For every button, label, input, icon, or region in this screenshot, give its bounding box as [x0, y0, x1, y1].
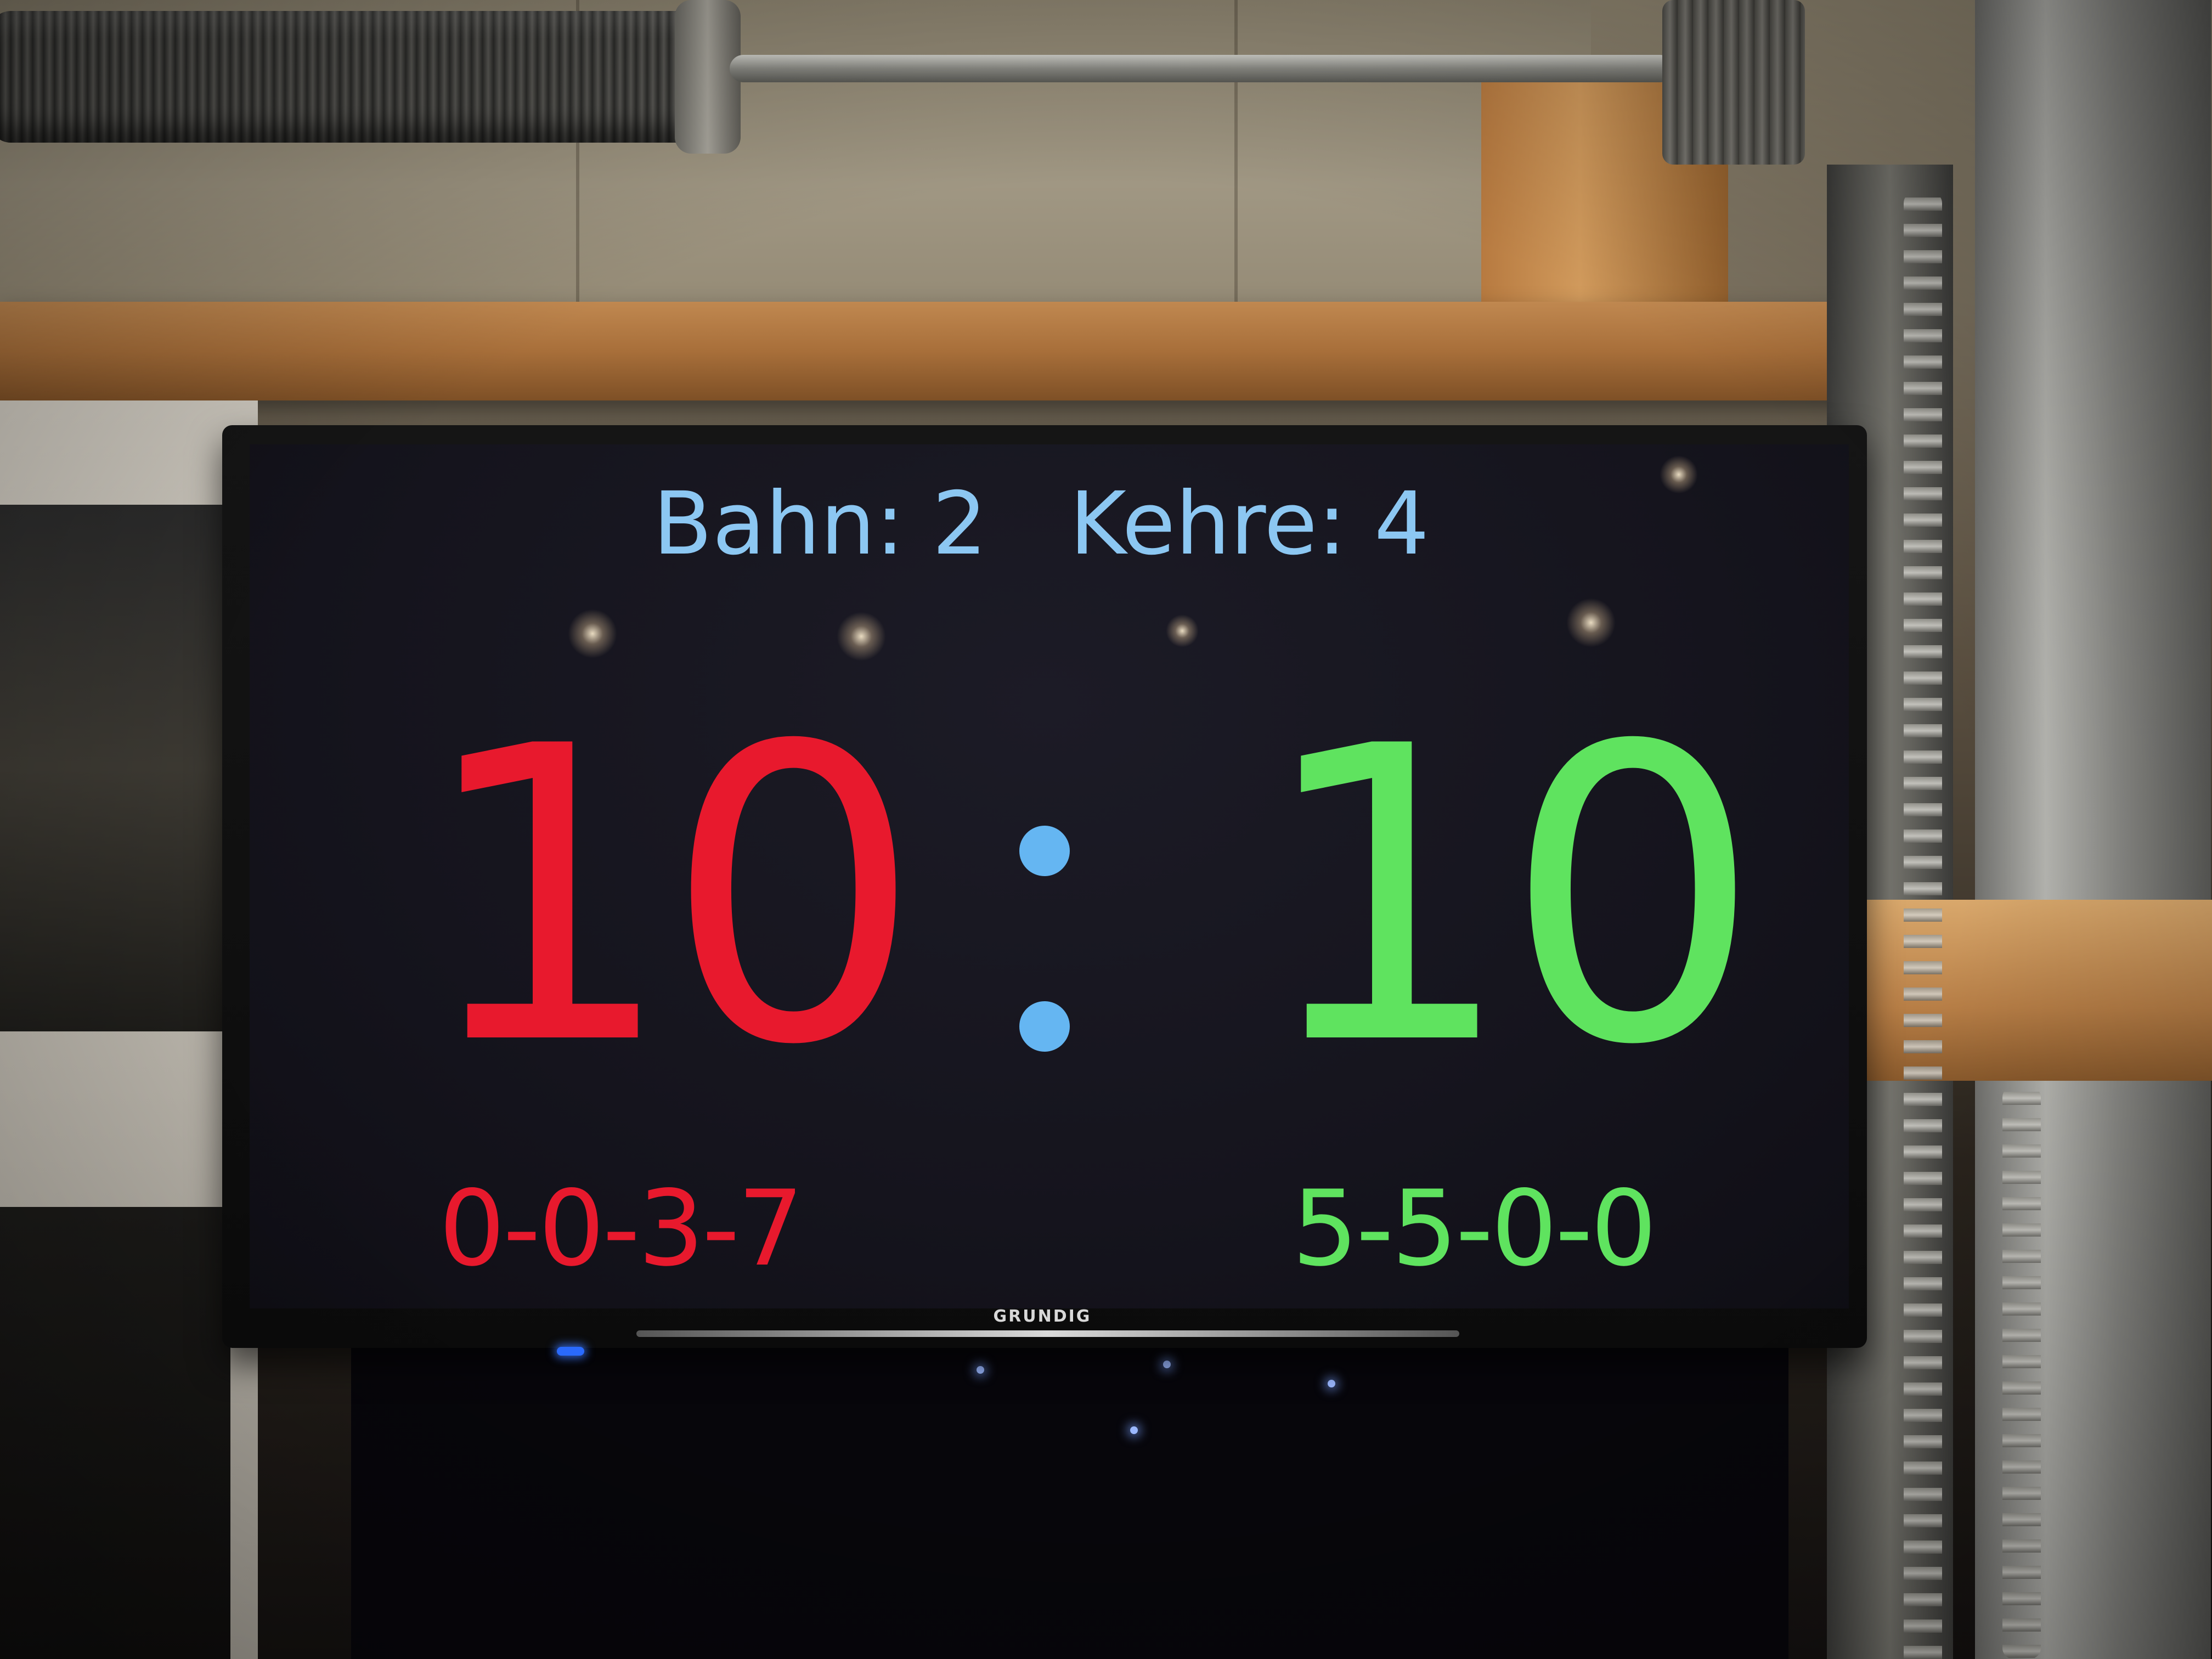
ceiling-seam	[1234, 0, 1238, 307]
lane-light	[1328, 1380, 1335, 1387]
game-info-line: Bahn: 2 Kehre: 4	[653, 472, 1476, 576]
hanging-chain	[1904, 192, 1942, 1659]
home-frame-results: 0-0-3-7	[439, 1168, 804, 1289]
torsion-rod	[730, 55, 1673, 82]
wood-beam	[0, 302, 1865, 400]
garage-scene: Bahn: 2 Kehre: 4 10 10 0-0-3-7 5-5-0-0 GR…	[0, 0, 2212, 1659]
hanging-chain	[2002, 1086, 2041, 1659]
tv-power-led	[557, 1347, 584, 1356]
spring-cone	[675, 0, 741, 154]
bowling-lane	[351, 1328, 1788, 1659]
score-separator-top-dot	[1019, 826, 1070, 876]
lane-light	[1163, 1361, 1171, 1368]
lane-light	[1130, 1426, 1138, 1434]
home-score: 10	[417, 661, 923, 1133]
light-reflection	[1566, 598, 1616, 647]
away-score: 10	[1256, 661, 1762, 1133]
turn-label: Kehre: 4	[1069, 473, 1430, 574]
window-pane-lower	[0, 1207, 230, 1659]
lane-label: Bahn: 2	[653, 473, 988, 574]
light-reflection	[1166, 614, 1199, 647]
light-reflection	[568, 609, 617, 658]
light-reflection	[1660, 455, 1698, 494]
wood-shelf	[1843, 900, 2212, 1081]
away-frame-results: 5-5-0-0	[1292, 1168, 1657, 1289]
tv-brand-logo: GRUNDIG	[993, 1307, 1092, 1326]
window-pane	[0, 505, 236, 1031]
light-reflection	[837, 612, 886, 661]
score-separator-bottom-dot	[1019, 1001, 1070, 1052]
cable-drum	[1662, 0, 1805, 165]
tv-chin-strip	[636, 1330, 1459, 1337]
torsion-spring	[0, 11, 719, 143]
lane-light	[977, 1366, 984, 1374]
